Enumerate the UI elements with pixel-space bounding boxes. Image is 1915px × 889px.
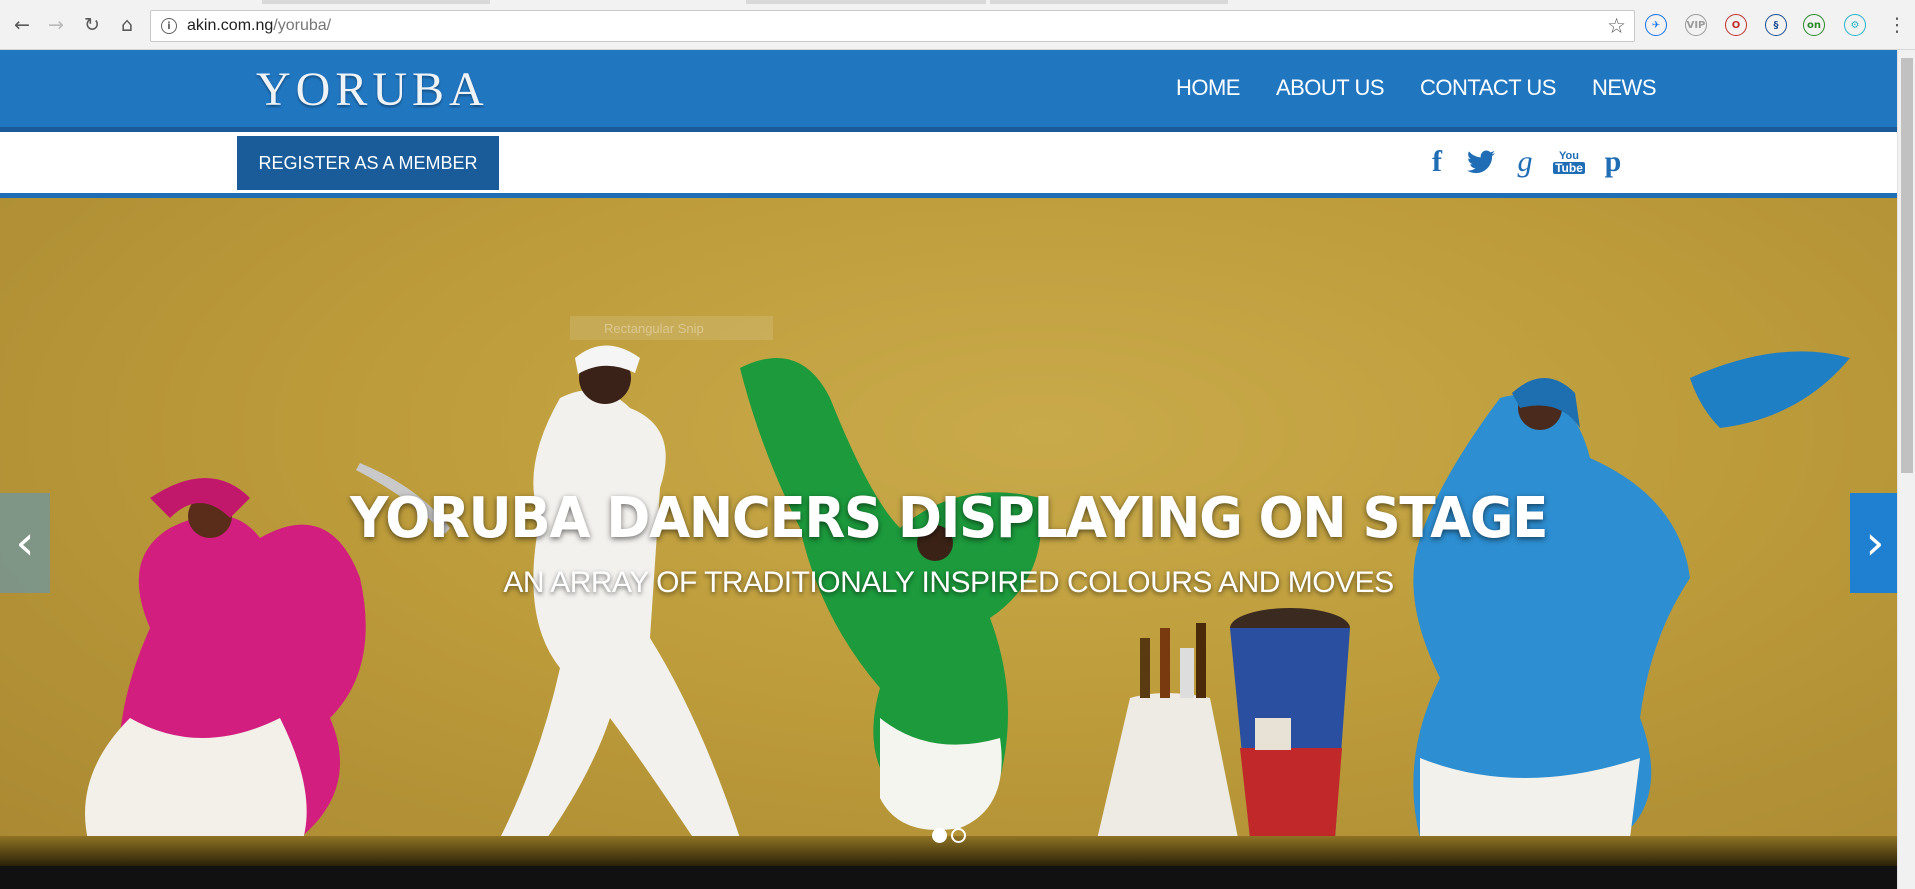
slider-dots: [932, 828, 966, 843]
pinterest-icon[interactable]: p: [1599, 145, 1627, 178]
address-url[interactable]: akin.com.ng/yoruba/: [187, 17, 331, 35]
site-info-icon[interactable]: i: [161, 18, 177, 34]
browser-toolbar: ← → ↻ ⌂ i akin.com.ng/yoruba/ ☆ ✈ VIP O § on…: [0, 0, 1915, 50]
gear-extension-icon[interactable]: ⚙: [1844, 14, 1866, 36]
hero-slider: Rectangular Snip YORUBA DANCERS DISPLAYI…: [0, 198, 1897, 866]
sub-bar: REGISTER AS A MEMBER f g You Tube p: [0, 132, 1897, 198]
nav-about-us[interactable]: ABOUT US: [1258, 72, 1402, 104]
slider-dot-1[interactable]: [932, 828, 947, 843]
register-member-button[interactable]: REGISTER AS A MEMBER: [237, 136, 499, 190]
hero-subtitle: AN ARRAY OF TRADITIONALY INSPIRED COLOUR…: [503, 566, 1394, 599]
twitter-icon[interactable]: [1467, 146, 1495, 178]
facebook-icon[interactable]: f: [1423, 145, 1451, 178]
site-logo[interactable]: YORUBA: [256, 62, 489, 117]
youtube-icon[interactable]: You Tube: [1553, 146, 1585, 178]
main-nav: HOME ABOUT US CONTACT US NEWS: [1158, 72, 1657, 104]
site-header: YORUBA HOME ABOUT US CONTACT US NEWS: [0, 50, 1897, 132]
plane-extension-icon[interactable]: ✈: [1645, 14, 1667, 36]
browser-menu-icon[interactable]: ⋮: [1884, 12, 1910, 38]
google-plus-icon[interactable]: g: [1511, 145, 1539, 178]
vip-extension-icon[interactable]: VIP: [1685, 14, 1707, 36]
home-button[interactable]: ⌂: [114, 12, 140, 38]
youtube-icon-bottom: Tube: [1553, 161, 1585, 175]
page-scrollbar[interactable]: [1897, 50, 1915, 889]
social-links: f g You Tube p: [1423, 145, 1627, 178]
url-host: akin.com.ng: [187, 17, 274, 34]
slider-next-arrow-icon[interactable]: ›: [1850, 493, 1897, 593]
slider-prev-arrow-icon[interactable]: ‹: [0, 493, 50, 593]
opera-extension-icon[interactable]: O: [1725, 14, 1747, 36]
reload-button[interactable]: ↻: [79, 12, 105, 38]
star-icon[interactable]: ☆: [1607, 14, 1626, 38]
drum: [1230, 608, 1350, 838]
hero-title: YORUBA DANCERS DISPLAYING ON STAGE: [349, 486, 1548, 551]
snip-tool-overlay: Rectangular Snip: [570, 316, 773, 340]
scrollbar-thumb[interactable]: [1901, 58, 1913, 473]
steem-extension-icon[interactable]: §: [1765, 14, 1787, 36]
tab-edge[interactable]: [990, 0, 1228, 4]
forward-button[interactable]: →: [43, 12, 69, 38]
table-with-bottles: [1095, 623, 1240, 848]
url-path: /yoruba/: [273, 17, 332, 34]
nav-news[interactable]: NEWS: [1574, 72, 1657, 104]
vpn-extension-icon[interactable]: on: [1803, 14, 1825, 36]
nav-contact-us[interactable]: CONTACT US: [1402, 72, 1574, 104]
footer-strip: [0, 866, 1897, 889]
nav-home[interactable]: HOME: [1158, 72, 1258, 104]
tab-edge[interactable]: [262, 0, 490, 4]
address-bar[interactable]: i akin.com.ng/yoruba/ ☆: [150, 10, 1635, 42]
back-button[interactable]: ←: [9, 12, 35, 38]
tab-edge[interactable]: [746, 0, 986, 4]
slider-dot-2[interactable]: [951, 828, 966, 843]
